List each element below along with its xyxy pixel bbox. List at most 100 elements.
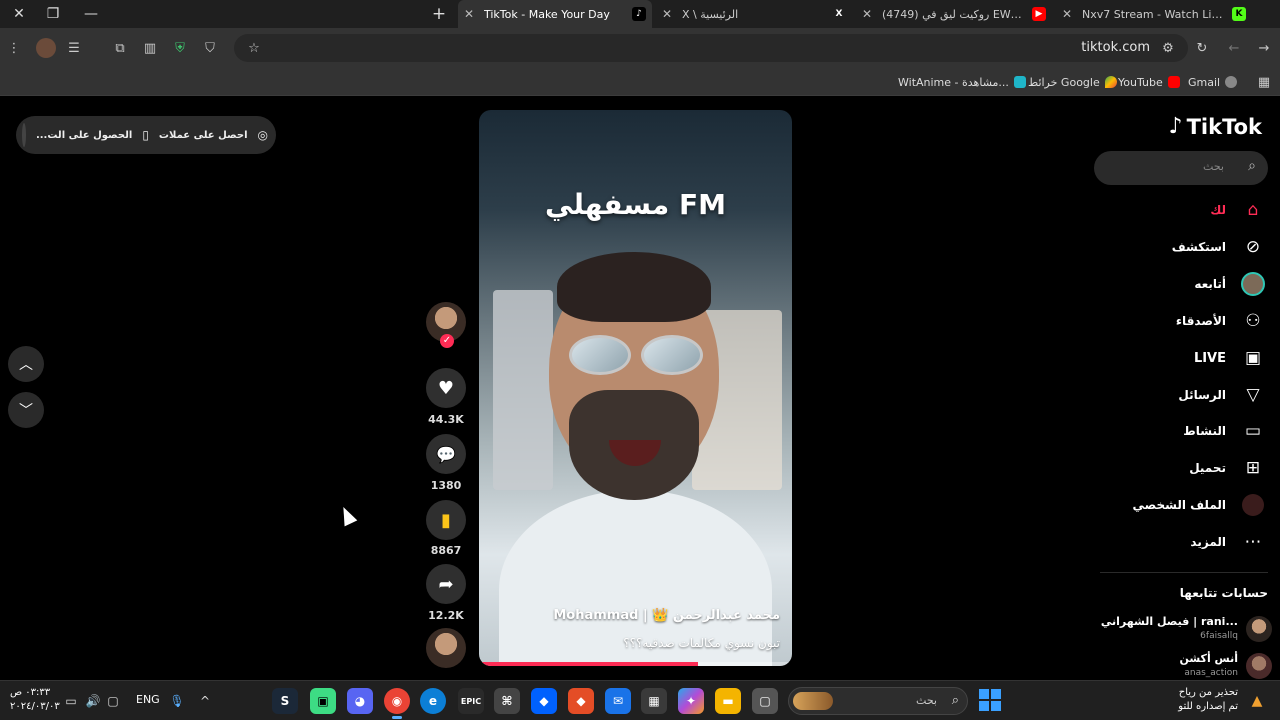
search-input[interactable]: بحث ⌕ [1094,151,1268,185]
bookmark-gmail[interactable]: Gmail [1188,72,1238,92]
user-avatar[interactable] [21,123,26,147]
app-icon[interactable]: ▢ [752,688,778,714]
following-account[interactable]: أنس أكشن anas_action [1102,651,1272,680]
taskbar-search[interactable]: بحث ⌕ [788,687,968,715]
live-icon: ▣ [1244,348,1262,368]
follow-check-icon[interactable]: ✓ [440,334,454,348]
battery-icon[interactable]: ▭ [62,692,80,710]
profile-icon[interactable] [36,38,56,58]
bookmark-maps[interactable]: خرائط Google [1028,72,1117,92]
following-account[interactable]: فيصل الشهراني | rani... 6faisallq [1101,614,1272,646]
home-icon: ⌂ [1247,200,1259,220]
close-tab-icon[interactable]: ✕ [464,7,478,21]
steam-icon[interactable]: S [272,688,298,714]
back-icon[interactable]: → [1254,38,1274,58]
get-coins-link[interactable]: احصل على عملات [159,130,248,141]
chevron-up-icon[interactable]: ^ [196,692,214,710]
dropbox-icon[interactable]: ◆ [531,688,557,714]
previous-video-button[interactable]: ︿ [8,346,44,382]
close-tab-icon[interactable]: ✕ [662,7,676,21]
media-icon[interactable]: ☰ [64,38,84,58]
close-tab-icon[interactable]: ✕ [862,7,876,21]
message-icon: ▭ [1244,421,1262,441]
video-progress-bar[interactable] [479,662,792,666]
nav-more[interactable]: المزيد ⋯ [1106,528,1266,556]
reload-icon[interactable]: ↻ [1192,38,1212,58]
video-player[interactable]: مسفهلي FM محمد عبدالرحمن 👑 | Mohammad تب… [479,110,792,666]
edge-icon[interactable]: e [420,688,446,714]
epic-games-icon[interactable]: EPIC [458,688,484,714]
more-icon: ⋯ [1244,532,1262,552]
discord-icon[interactable]: ◕ [347,688,373,714]
tab-tiktok[interactable]: ✕ TikTok - Make Your Day ♪ [458,0,652,28]
window-close-button[interactable]: ✕ [0,0,38,28]
new-tab-button[interactable]: + [426,2,452,26]
warning-icon[interactable]: ▲ [1246,690,1268,712]
tab-kick[interactable]: ✕ Nxv7 Stream - Watch Live on K K [1056,0,1252,28]
tiktok-logo[interactable]: ♪ TikTok [1169,114,1262,139]
apps-icon[interactable]: ▦ [1254,72,1274,92]
sidebar-divider [1100,572,1268,573]
nav-explore[interactable]: استكشف ⊘ [1106,233,1266,261]
copilot-icon[interactable]: ✦ [678,688,704,714]
forward-icon[interactable]: ← [1224,38,1244,58]
get-app-link[interactable]: الحصول على الت... [36,130,132,141]
star-icon[interactable]: ☆ [244,38,264,58]
nav-live[interactable]: LIVE ▣ [1106,344,1266,372]
volume-icon[interactable]: 🔊 [84,692,102,710]
video-author[interactable]: محمد عبدالرحمن 👑 | Mohammad [553,608,780,623]
compass-icon: ⊘ [1245,237,1261,257]
kick-icon: K [1232,7,1246,21]
menu-icon[interactable]: ⋮ [4,38,24,58]
nav-following[interactable]: أتابعه [1106,270,1266,298]
start-button[interactable] [979,689,1001,711]
bookmark-youtube[interactable]: YouTube [1118,72,1180,92]
share-button[interactable]: ➦ [426,564,466,604]
tab-youtube[interactable]: ✕ (4749) روكيت ليق في EWC 26 - ▶ [856,0,1052,28]
nav-activity[interactable]: النشاط ▭ [1106,417,1266,445]
tab-x[interactable]: ✕ X \ الرئيسية X [656,0,852,28]
clock[interactable]: ٠٣:٣٣ ص ٢٠٢٤/٠٣/٠٣ [10,686,60,714]
search-icon[interactable]: ⌕ [1248,158,1256,174]
comment-button[interactable]: 💬 [426,434,466,474]
chrome-icon[interactable]: ◉ [384,688,410,719]
bookmark-label: YouTube [1118,75,1163,89]
window-restore-button[interactable]: ❐ [34,0,72,28]
shield-icon[interactable]: ⛨ [170,38,190,58]
weather-notice[interactable]: تحذير من رياح تم إصداره للتو [1178,686,1238,714]
app-icon[interactable]: ⌘ [494,688,520,714]
tiktok-icon: ♪ [1168,114,1183,139]
nav-label: الأصدقاء [1175,314,1226,328]
network-icon[interactable]: ▢ [104,692,122,710]
account-handle: anas_action [1184,668,1238,678]
nav-messages[interactable]: الرسائل ▽ [1106,381,1266,409]
next-video-button[interactable]: ﹀ [8,392,44,428]
language-indicator[interactable]: ENG [136,693,160,706]
bookmarks-bar: ▦ Gmail YouTube خرائط Google WitAnime - … [0,68,1280,96]
app-icon[interactable]: ▣ [310,688,336,714]
search-highlight-image [793,692,833,710]
nav-upload[interactable]: تحميل ⊞ [1106,454,1266,482]
adblock-icon[interactable]: ⛉ [200,38,220,58]
bookmark-witanime[interactable]: WitAnime - مشاهدة... [898,72,1026,92]
maps-icon [1104,76,1117,88]
nav-profile[interactable]: الملف الشخصي [1106,491,1266,519]
store-icon[interactable]: ▦ [641,688,667,714]
like-button[interactable]: ♥ [426,368,466,408]
car-window [493,290,553,490]
nav-label: لك [1210,203,1226,217]
sound-avatar[interactable] [426,628,466,668]
extension-icon[interactable]: ▥ [140,38,160,58]
window-minimize-button[interactable]: — [72,0,110,28]
extensions-icon[interactable]: ⧉ [110,38,130,58]
address-bar[interactable]: ☆ tiktok.com ⚙ [234,34,1188,62]
file-explorer-icon[interactable]: ▬ [715,688,741,714]
microphone-icon[interactable]: 🎙 [168,692,186,710]
nav-friends[interactable]: الأصدقاء ⚇ [1106,307,1266,335]
app-icon[interactable]: ◆ [568,688,594,714]
nav-for-you[interactable]: لك ⌂ [1106,196,1266,224]
close-tab-icon[interactable]: ✕ [1062,7,1076,21]
save-button[interactable]: ▮ [426,500,466,540]
mail-icon[interactable]: ✉ [605,688,631,714]
site-settings-icon[interactable]: ⚙ [1158,38,1178,58]
